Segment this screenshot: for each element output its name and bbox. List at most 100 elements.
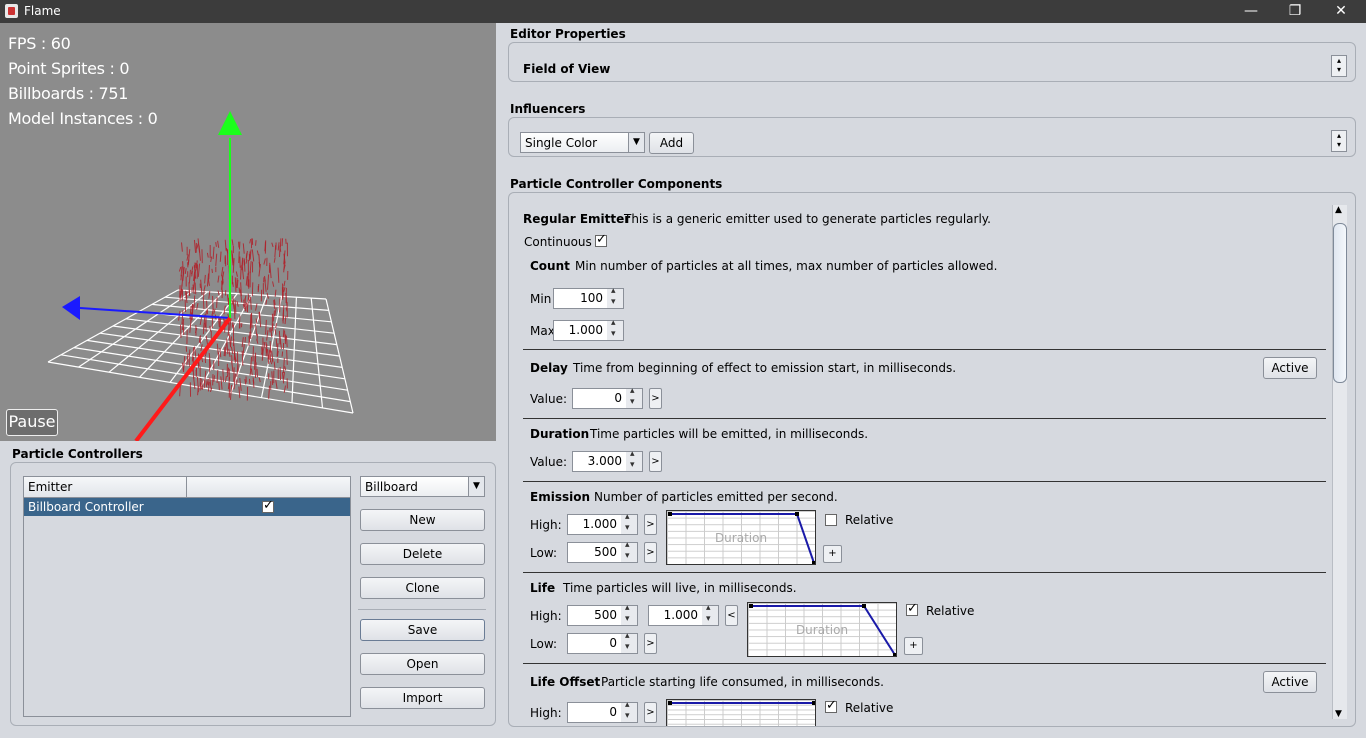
open-button[interactable]: Open [360,653,485,675]
spinner-arrows[interactable] [626,449,643,472]
spinner-arrows[interactable] [607,286,624,309]
continuous-checkbox[interactable] [595,232,607,247]
count-min-spinner[interactable]: 100 [553,286,624,309]
emission-high-expand-button[interactable]: > [644,514,657,535]
particle [207,278,210,286]
particle [264,279,267,292]
particle [245,252,248,259]
add-influencer-button[interactable]: Add [649,132,694,154]
chevron-down-icon: ▼ [468,477,484,496]
life-add-point-button[interactable]: + [904,637,923,655]
emission-low-spinner[interactable]: 500 [567,540,638,563]
life-high2-spinner[interactable]: 1.000 [648,603,719,626]
influencers-scrollbar[interactable]: ▴ ▾ [1331,130,1347,152]
life-high2-value[interactable]: 1.000 [648,605,703,626]
point-sprites-stat: Point Sprites : 0 [8,59,130,78]
particle [193,295,196,310]
particle [281,351,284,357]
life-offset-high-spinner[interactable]: 0 [567,700,638,723]
duration-value[interactable]: 3.000 [572,451,627,472]
count-max-value[interactable]: 1.000 [553,320,608,341]
particle [234,300,237,314]
spinner-arrows[interactable] [702,603,719,626]
3d-viewport[interactable]: FPS : 60 Point Sprites : 0 Billboards : … [0,23,496,441]
fov-scrollbar[interactable]: ▴ ▾ [1331,55,1347,77]
emission-scale-chart[interactable]: Duration [666,510,816,565]
spinner-arrows[interactable] [621,631,638,654]
life-offset-scale-chart[interactable] [666,699,816,726]
life-offset-title: Life Offset [530,675,601,689]
life-low-value[interactable]: 0 [567,633,622,654]
spinner-arrows[interactable] [621,603,638,626]
restore-button[interactable]: ❐ [1272,0,1318,23]
spinner-arrows[interactable] [621,512,638,535]
duration-expand-button[interactable]: > [649,451,662,472]
particle [250,356,253,371]
column-header-emitter[interactable]: Emitter [28,480,72,494]
emission-title: Emission [530,490,590,504]
count-max-spinner[interactable]: 1.000 [553,318,624,341]
editor-properties-title: Editor Properties [510,27,626,41]
section-divider [523,663,1326,664]
spinner-arrows[interactable] [621,540,638,563]
delete-button[interactable]: Delete [360,543,485,565]
emission-relative-checkbox[interactable] [825,514,837,526]
particle [266,292,269,299]
life-low-spinner[interactable]: 0 [567,631,638,654]
particle [241,350,244,366]
components-scrollbar[interactable]: ▲ ▼ [1332,205,1347,719]
duration-value-spinner[interactable]: 3.000 [572,449,643,472]
pause-button[interactable]: Pause [6,409,58,436]
emission-low-value[interactable]: 500 [567,542,622,563]
life-collapse-button[interactable]: < [725,605,738,626]
delay-value-label: Value: [530,392,567,406]
life-relative-checkbox[interactable] [906,601,918,616]
life-offset-expand-button[interactable]: > [644,702,657,723]
life-relative-label: Relative [926,604,975,618]
delay-expand-button[interactable]: > [649,388,662,409]
count-min-value[interactable]: 100 [553,288,608,309]
particle [238,386,241,399]
scroll-up-icon[interactable]: ▲ [1335,205,1342,215]
particle [275,338,278,348]
life-offset-active-button[interactable]: Active [1263,671,1317,693]
particle [231,322,234,328]
particle [209,325,211,332]
life-offset-relative-checkbox[interactable] [825,698,837,713]
controller-type-select[interactable]: Billboard ▼ [360,476,485,497]
delay-value-spinner[interactable]: 0 [572,386,643,409]
spinner-arrows[interactable] [626,386,643,409]
clone-button[interactable]: Clone [360,577,485,599]
life-curve [749,604,896,656]
scroll-down-icon[interactable]: ▼ [1335,709,1342,719]
button-divider [358,609,486,610]
life-high-value[interactable]: 500 [567,605,622,626]
life-low-expand-button[interactable]: > [644,633,657,654]
particle [242,243,245,254]
particle [249,249,252,260]
scrollbar-thumb[interactable] [1333,223,1347,383]
minimize-button[interactable]: — [1228,0,1274,23]
particle [265,299,268,305]
life-offset-high-value[interactable]: 0 [567,702,622,723]
particle-controllers-group: Emitter Billboard Controller Billboard ▼… [10,462,496,726]
table-row[interactable]: Billboard Controller [24,498,350,516]
life-scale-chart[interactable]: Duration [747,602,897,657]
emission-high-spinner[interactable]: 1.000 [567,512,638,535]
emission-add-point-button[interactable]: + [823,545,842,563]
enabled-checkbox[interactable] [262,498,274,513]
delay-active-button[interactable]: Active [1263,357,1317,379]
spinner-arrows[interactable] [621,700,638,723]
influencer-select[interactable]: Single Color ▼ [520,132,645,153]
close-button[interactable]: ✕ [1318,0,1364,23]
import-button[interactable]: Import [360,687,485,709]
particle [212,295,214,311]
emission-low-expand-button[interactable]: > [644,542,657,563]
save-button[interactable]: Save [360,619,485,641]
particle [216,343,219,355]
new-button[interactable]: New [360,509,485,531]
life-high-spinner[interactable]: 500 [567,603,638,626]
delay-value[interactable]: 0 [572,388,627,409]
spinner-arrows[interactable] [607,318,624,341]
emission-high-value[interactable]: 1.000 [567,514,622,535]
